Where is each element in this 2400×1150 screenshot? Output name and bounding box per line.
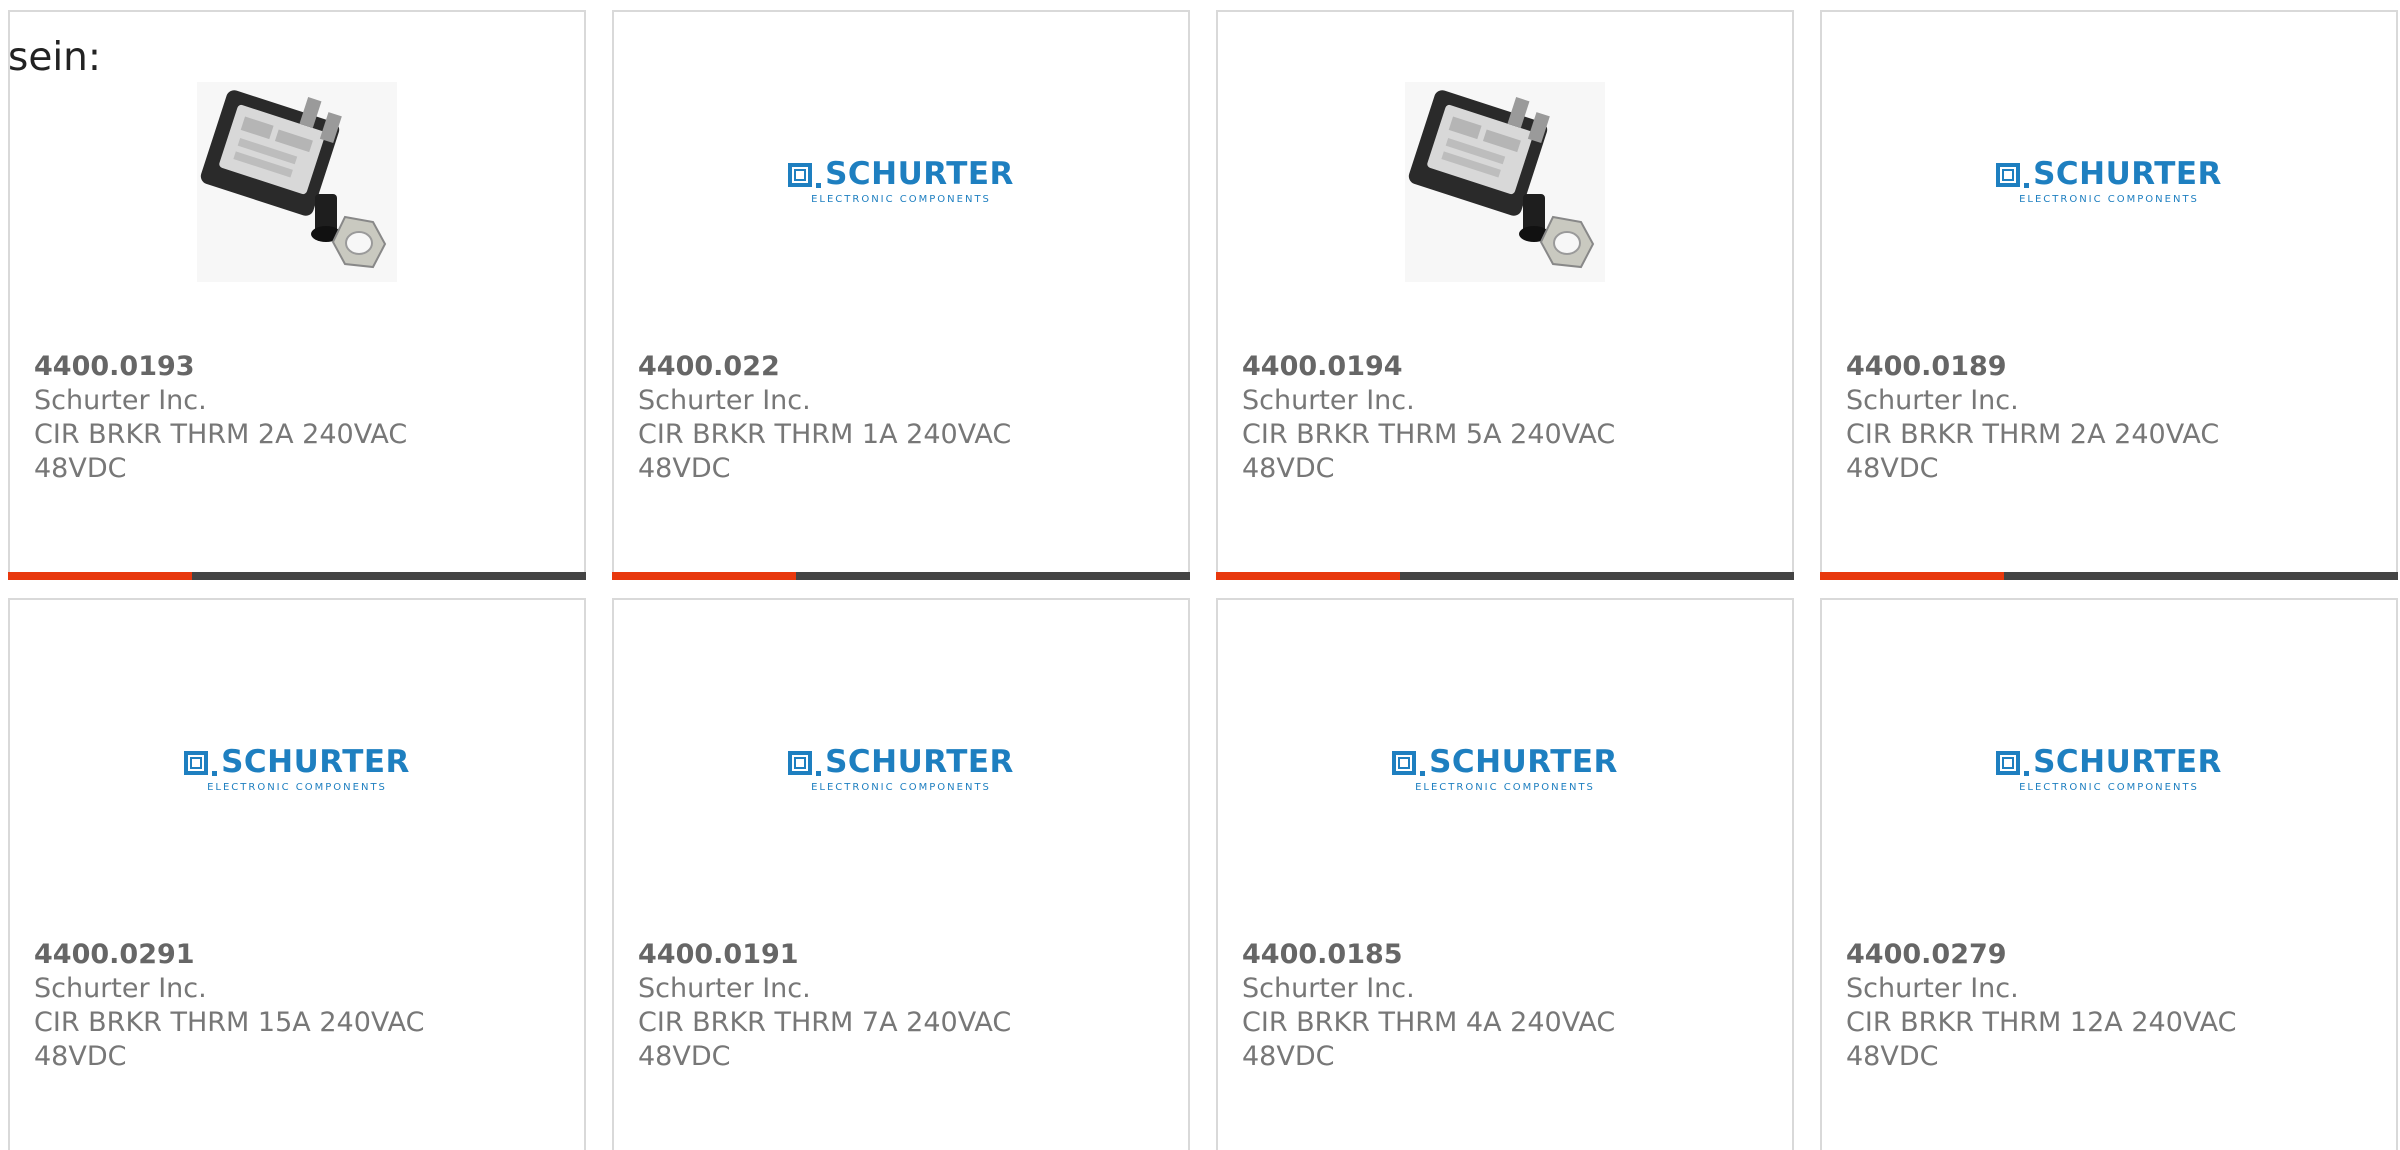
card-underline [8,572,586,580]
underline-accent [612,572,796,580]
logo-text: SCHURTER [1429,744,1618,780]
product-image: SCHURTER ELECTRONIC COMPONENTS [1218,660,1792,880]
logo-text: SCHURTER [825,156,1014,192]
schurter-logo: SCHURTER ELECTRONIC COMPONENTS [788,159,1014,205]
logo-subtext: ELECTRONIC COMPONENTS [1415,782,1595,793]
product-card-4[interactable]: SCHURTER ELECTRONIC COMPONENTS 4400.0189… [1820,10,2398,580]
product-image [1218,72,1792,292]
underline-accent [8,572,192,580]
product-image: SCHURTER ELECTRONIC COMPONENTS [1822,660,2396,880]
underline-rest [192,572,586,580]
logo-text: SCHURTER [2033,744,2222,780]
underline-rest [796,572,1190,580]
product-grid-page: sein: 4400.0193 Schurter Inc. CIR BRKR T [0,0,2400,1150]
product-description: CIR BRKR THRM 5A 240VAC 48VDC [1242,419,1616,484]
product-manufacturer: Schurter Inc. [1846,385,2019,416]
schurter-mark-icon [1996,750,2021,775]
schurter-logo: SCHURTER ELECTRONIC COMPONENTS [1392,747,1618,793]
product-image: SCHURTER ELECTRONIC COMPONENTS [614,660,1188,880]
underline-rest [1400,572,1794,580]
logo-subtext: ELECTRONIC COMPONENTS [811,782,991,793]
product-card-7[interactable]: SCHURTER ELECTRONIC COMPONENTS 4400.0185… [1216,598,1794,1150]
logo-text: SCHURTER [2033,156,2222,192]
underline-accent [1820,572,2004,580]
underline-accent [1216,572,1400,580]
logo-subtext: ELECTRONIC COMPONENTS [2019,194,2199,205]
schurter-mark-icon [1996,162,2021,187]
product-image: SCHURTER ELECTRONIC COMPONENTS [1822,72,2396,292]
product-part-number[interactable]: 4400.022 [638,350,780,384]
product-part-number[interactable]: 4400.0194 [1242,350,1403,384]
product-card-3[interactable]: 4400.0194 Schurter Inc. CIR BRKR THRM 5A… [1216,10,1794,580]
product-description: CIR BRKR THRM 1A 240VAC 48VDC [638,419,1012,484]
schurter-mark-icon [788,750,813,775]
logo-text: SCHURTER [221,744,410,780]
product-image [10,72,584,292]
product-description: CIR BRKR THRM 4A 240VAC 48VDC [1242,1007,1616,1072]
product-card-8[interactable]: SCHURTER ELECTRONIC COMPONENTS 4400.0279… [1820,598,2398,1150]
logo-subtext: ELECTRONIC COMPONENTS [2019,782,2199,793]
circuit-breaker-image [197,82,397,282]
logo-subtext: ELECTRONIC COMPONENTS [207,782,387,793]
product-card-2[interactable]: SCHURTER ELECTRONIC COMPONENTS 4400.022 … [612,10,1190,580]
product-manufacturer: Schurter Inc. [1242,973,1415,1004]
schurter-mark-icon [184,750,209,775]
schurter-mark-icon [1392,750,1417,775]
product-description: CIR BRKR THRM 15A 240VAC 48VDC [34,1007,425,1072]
schurter-logo: SCHURTER ELECTRONIC COMPONENTS [1996,747,2222,793]
card-underline [1820,572,2398,580]
product-description: CIR BRKR THRM 2A 240VAC 48VDC [34,419,408,484]
product-part-number[interactable]: 4400.0185 [1242,938,1403,972]
card-underline [612,572,1190,580]
underline-rest [2004,572,2398,580]
product-manufacturer: Schurter Inc. [1242,385,1415,416]
product-part-number[interactable]: 4400.0191 [638,938,799,972]
product-manufacturer: Schurter Inc. [638,973,811,1004]
product-image: SCHURTER ELECTRONIC COMPONENTS [10,660,584,880]
product-manufacturer: Schurter Inc. [34,385,207,416]
product-card-6[interactable]: SCHURTER ELECTRONIC COMPONENTS 4400.0191… [612,598,1190,1150]
logo-subtext: ELECTRONIC COMPONENTS [811,194,991,205]
logo-text: SCHURTER [825,744,1014,780]
intro-text: sein: [8,35,102,80]
product-card-1[interactable]: 4400.0193 Schurter Inc. CIR BRKR THRM 2A… [8,10,586,580]
schurter-logo: SCHURTER ELECTRONIC COMPONENTS [1996,159,2222,205]
product-image: SCHURTER ELECTRONIC COMPONENTS [614,72,1188,292]
schurter-logo: SCHURTER ELECTRONIC COMPONENTS [184,747,410,793]
product-part-number[interactable]: 4400.0291 [34,938,195,972]
circuit-breaker-image [1405,82,1605,282]
schurter-mark-icon [788,162,813,187]
product-description: CIR BRKR THRM 2A 240VAC 48VDC [1846,419,2220,484]
product-description: CIR BRKR THRM 7A 240VAC 48VDC [638,1007,1012,1072]
product-part-number[interactable]: 4400.0189 [1846,350,2007,384]
product-description: CIR BRKR THRM 12A 240VAC 48VDC [1846,1007,2237,1072]
product-manufacturer: Schurter Inc. [1846,973,2019,1004]
card-underline [1216,572,1794,580]
product-part-number[interactable]: 4400.0279 [1846,938,2007,972]
product-manufacturer: Schurter Inc. [638,385,811,416]
product-part-number[interactable]: 4400.0193 [34,350,195,384]
product-card-5[interactable]: SCHURTER ELECTRONIC COMPONENTS 4400.0291… [8,598,586,1150]
product-manufacturer: Schurter Inc. [34,973,207,1004]
schurter-logo: SCHURTER ELECTRONIC COMPONENTS [788,747,1014,793]
